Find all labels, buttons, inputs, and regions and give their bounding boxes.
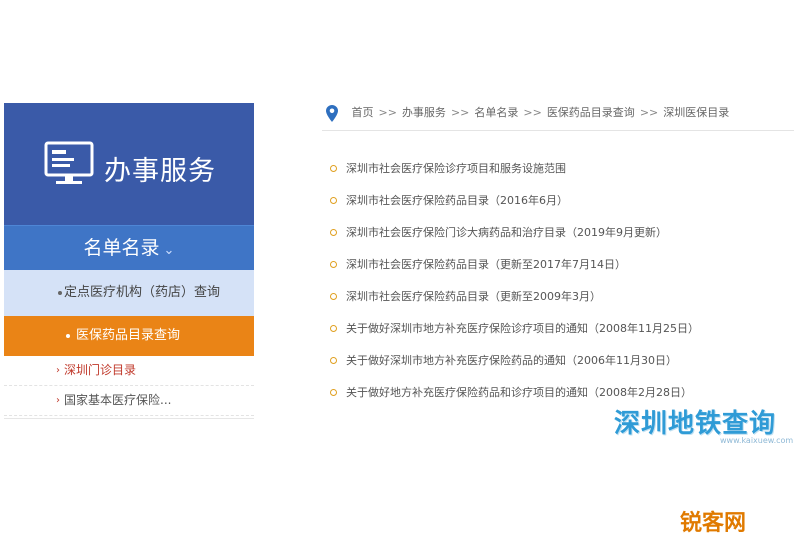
list-item[interactable]: 关于做好深圳市地方补充医疗保险药品的通知（2006年11月30日） (330, 350, 790, 382)
chevron-down-icon: ⌄ (163, 243, 175, 258)
breadcrumb-separator: >> (378, 106, 397, 119)
article-link[interactable]: 关于做好深圳市地方补充医疗保险诊疗项目的通知（2008年11月25日） (346, 322, 699, 335)
breadcrumb-item-current: 深圳医保目录 (663, 106, 730, 119)
article-link[interactable]: 深圳市社会医疗保险诊疗项目和服务设施范围 (346, 162, 566, 175)
circle-bullet-icon (330, 229, 337, 236)
circle-bullet-icon (330, 197, 337, 204)
sidebar: 办事服务 名单名录 ⌄ 定点医疗机构（药店）查询 医保药品目录查询 › 深圳门诊目… (4, 103, 254, 419)
breadcrumb-item-drug-query[interactable]: 医保药品目录查询 (547, 106, 635, 119)
circle-bullet-icon (330, 389, 337, 396)
circle-bullet-icon (330, 293, 337, 300)
breadcrumb-item-home[interactable]: 首页 (352, 106, 374, 119)
circle-bullet-icon (330, 357, 337, 364)
watermark-corner-logo: 锐客网 (680, 511, 747, 536)
watermark-site-url: www.kaixuew.com (720, 436, 794, 445)
article-link[interactable]: 深圳市社会医疗保险药品目录（2016年6月） (346, 194, 568, 207)
bullet-icon (58, 291, 62, 295)
sidebar-link-label: 国家基本医疗保险... (64, 393, 172, 407)
list-item[interactable]: 深圳市社会医疗保险药品目录（2016年6月） (330, 190, 790, 222)
breadcrumb-divider (322, 130, 794, 131)
article-link[interactable]: 深圳市社会医疗保险药品目录（更新至2009年3月） (346, 290, 601, 303)
breadcrumb-separator: >> (450, 106, 470, 119)
article-link[interactable]: 关于做好深圳市地方补充医疗保险药品的通知（2006年11月30日） (346, 354, 677, 367)
article-link[interactable]: 深圳市社会医疗保险门诊大病药品和治疗目录（2019年9月更新） (346, 226, 667, 239)
breadcrumb-separator: >> (523, 106, 542, 119)
sidebar-link-national-insurance[interactable]: › 国家基本医疗保险... (4, 386, 254, 416)
list-item[interactable]: 关于做好深圳市地方补充医疗保险诊疗项目的通知（2008年11月25日） (330, 318, 790, 350)
list-item[interactable]: 深圳市社会医疗保险诊疗项目和服务设施范围 (330, 158, 790, 190)
circle-bullet-icon (330, 261, 337, 268)
bullet-icon (66, 334, 70, 338)
circle-bullet-icon (330, 325, 337, 332)
sidebar-subnav[interactable]: 名单名录 ⌄ (4, 225, 254, 270)
sidebar-link-label: 深圳门诊目录 (64, 363, 137, 377)
watermark-site-logo: 深圳地铁查询 (614, 409, 777, 439)
sidebar-divider (4, 418, 254, 419)
breadcrumb-separator: >> (639, 106, 659, 119)
sidebar-item-label: 定点医疗机构（药店）查询 (64, 285, 221, 300)
list-item[interactable]: 深圳市社会医疗保险门诊大病药品和治疗目录（2019年9月更新） (330, 222, 790, 254)
sidebar-link-shenzhen-catalog[interactable]: › 深圳门诊目录 (4, 356, 254, 386)
sidebar-title: 办事服务 (104, 156, 216, 187)
sidebar-header: 办事服务 (4, 103, 254, 225)
list-item[interactable]: 深圳市社会医疗保险药品目录（更新至2009年3月） (330, 286, 790, 318)
sidebar-item-label: 医保药品目录查询 (76, 328, 181, 343)
location-pin-icon (326, 104, 338, 122)
article-list: 深圳市社会医疗保险诊疗项目和服务设施范围 深圳市社会医疗保险药品目录（2016年… (330, 158, 790, 414)
article-link[interactable]: 深圳市社会医疗保险药品目录（更新至2017年7月14日） (346, 258, 626, 271)
breadcrumb: 首页 >> 办事服务 >> 名单名录 >> 医保药品目录查询 >> 深圳医保目录 (326, 103, 729, 123)
sidebar-item-designated-institutions[interactable]: 定点医疗机构（药店）查询 (4, 270, 254, 316)
breadcrumb-item-lists[interactable]: 名单名录 (474, 106, 518, 119)
article-link[interactable]: 关于做好地方补充医疗保险药品和诊疗项目的通知（2008年2月28日） (346, 386, 692, 399)
arrow-right-icon: › (56, 395, 60, 406)
sidebar-subnav-label: 名单名录 (83, 237, 160, 259)
list-item[interactable]: 深圳市社会医疗保险药品目录（更新至2017年7月14日） (330, 254, 790, 286)
arrow-right-icon: › (56, 365, 60, 376)
monitor-icon (44, 141, 94, 184)
sidebar-item-drug-catalog[interactable]: 医保药品目录查询 (4, 316, 254, 356)
circle-bullet-icon (330, 165, 337, 172)
breadcrumb-item-services[interactable]: 办事服务 (402, 106, 446, 119)
